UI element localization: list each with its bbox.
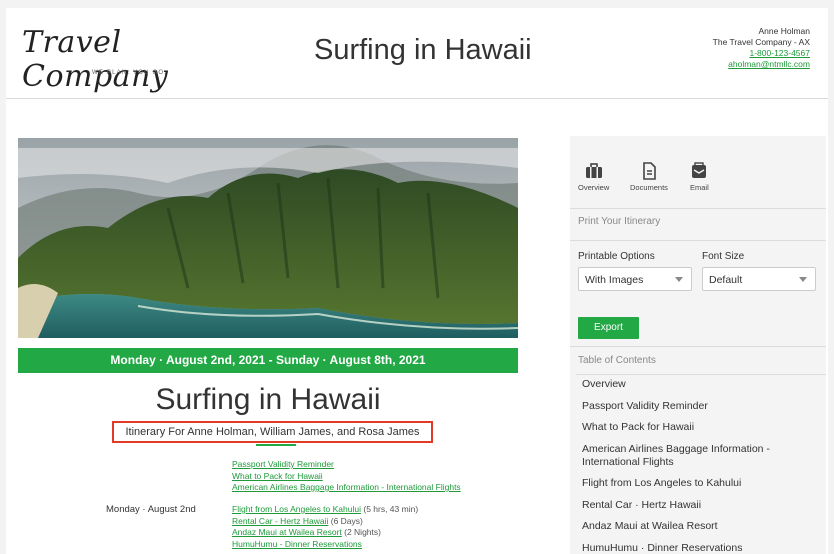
documents-tool[interactable]: Documents bbox=[630, 162, 668, 192]
toc-item-passport[interactable]: Passport Validity Reminder bbox=[570, 400, 826, 413]
date-range-banner: Monday · August 2nd, 2021 - Sunday · Aug… bbox=[18, 348, 518, 373]
export-button[interactable]: Export bbox=[578, 317, 639, 339]
email-tool[interactable]: Email bbox=[690, 162, 709, 192]
itinerary-title: Surfing in Hawaii bbox=[155, 383, 381, 416]
day-item-note: (6 Days) bbox=[328, 515, 363, 526]
printable-options-value: With Images bbox=[585, 274, 644, 286]
overview-tool-label: Overview bbox=[578, 183, 610, 192]
agent-name: Anne Holman bbox=[758, 26, 810, 36]
printable-options-select[interactable]: With Images bbox=[578, 267, 692, 291]
day-item-list: Flight from Los Angeles to Kahului (5 hr… bbox=[232, 504, 418, 550]
agent-company: The Travel Company - AX bbox=[712, 37, 810, 47]
table-of-contents: Overview Passport Validity Reminder What… bbox=[570, 378, 826, 554]
page-header: Travel Company WE PLAN. YOU GO. Surfing … bbox=[6, 8, 828, 99]
title-underline bbox=[256, 444, 296, 446]
itinerary-sidebar: Overview Documents Email Print Your Itin… bbox=[570, 136, 826, 554]
day-item: Rental Car - Hertz Hawaii (6 Days) bbox=[232, 516, 418, 528]
day-label: Monday · August 2nd bbox=[106, 504, 196, 515]
font-size-label: Font Size bbox=[702, 251, 745, 262]
sidebar-divider bbox=[570, 346, 826, 347]
baggage-info-link[interactable]: American Airlines Baggage Information - … bbox=[232, 482, 461, 494]
print-itinerary-heading: Print Your Itinerary bbox=[578, 216, 661, 227]
dinner-link[interactable]: HumuHumu - Dinner Reservations bbox=[232, 539, 362, 549]
agent-phone-link[interactable]: 1-800-123-4567 bbox=[713, 48, 811, 59]
logo-tagline: WE PLAN. YOU GO. bbox=[92, 70, 168, 76]
chevron-down-icon bbox=[675, 277, 683, 282]
sidebar-divider bbox=[576, 374, 826, 375]
briefcase-icon bbox=[585, 163, 602, 178]
company-logo[interactable]: Travel Company WE PLAN. YOU GO. bbox=[22, 26, 232, 94]
overview-tool[interactable]: Overview bbox=[578, 162, 609, 192]
agent-email-link[interactable]: aholman@ntmllc.com bbox=[713, 59, 810, 70]
day-item: Andaz Maui at Wailea Resort (2 Nights) bbox=[232, 527, 418, 539]
email-tool-label: Email bbox=[690, 183, 709, 192]
agent-contact: Anne Holman The Travel Company - AX 1-80… bbox=[713, 26, 810, 70]
itinerary-travelers-subtitle: Itinerary For Anne Holman, William James… bbox=[112, 421, 433, 443]
general-info-links: Passport Validity Reminder What to Pack … bbox=[232, 459, 461, 494]
sidebar-divider bbox=[570, 208, 826, 209]
day-item-note: (5 hrs, 43 min) bbox=[361, 504, 419, 514]
toc-item-rental-car[interactable]: Rental Car · Hertz Hawaii bbox=[570, 499, 826, 512]
hero-image bbox=[18, 138, 518, 338]
day-item: HumuHumu - Dinner Reservations bbox=[232, 539, 418, 551]
documents-tool-label: Documents bbox=[630, 183, 668, 192]
chevron-down-icon bbox=[799, 277, 807, 282]
packing-list-link[interactable]: What to Pack for Hawaii bbox=[232, 471, 461, 483]
hawaii-coast-image bbox=[18, 138, 518, 338]
itinerary-page: Travel Company WE PLAN. YOU GO. Surfing … bbox=[6, 8, 828, 554]
printable-options-label: Printable Options bbox=[578, 251, 655, 262]
day-item: Flight from Los Angeles to Kahului (5 hr… bbox=[232, 504, 418, 516]
rental-car-link[interactable]: Rental Car - Hertz Hawaii bbox=[232, 516, 328, 526]
header-title: Surfing in Hawaii bbox=[314, 34, 532, 66]
toc-heading: Table of Contents bbox=[578, 355, 656, 366]
toc-item-hotel[interactable]: Andaz Maui at Wailea Resort bbox=[570, 520, 826, 533]
day-item-note: (2 Nights) bbox=[341, 527, 381, 537]
hotel-link[interactable]: Andaz Maui at Wailea Resort bbox=[232, 527, 342, 537]
document-icon bbox=[643, 162, 656, 180]
flight-link[interactable]: Flight from Los Angeles to Kahului bbox=[232, 504, 361, 514]
sidebar-divider bbox=[570, 240, 826, 241]
toc-item-packing[interactable]: What to Pack for Hawaii bbox=[570, 421, 826, 434]
font-size-select[interactable]: Default bbox=[702, 267, 816, 291]
toc-item-baggage[interactable]: American Airlines Baggage Information - … bbox=[570, 443, 826, 469]
toc-item-flight[interactable]: Flight from Los Angeles to Kahului bbox=[570, 477, 826, 490]
logo-text: Travel Company bbox=[22, 25, 169, 94]
toc-item-overview[interactable]: Overview bbox=[570, 378, 826, 391]
toc-item-dinner[interactable]: HumuHumu · Dinner Reservations bbox=[570, 542, 826, 554]
email-icon bbox=[692, 162, 707, 178]
passport-reminder-link[interactable]: Passport Validity Reminder bbox=[232, 459, 461, 471]
font-size-value: Default bbox=[709, 274, 743, 286]
